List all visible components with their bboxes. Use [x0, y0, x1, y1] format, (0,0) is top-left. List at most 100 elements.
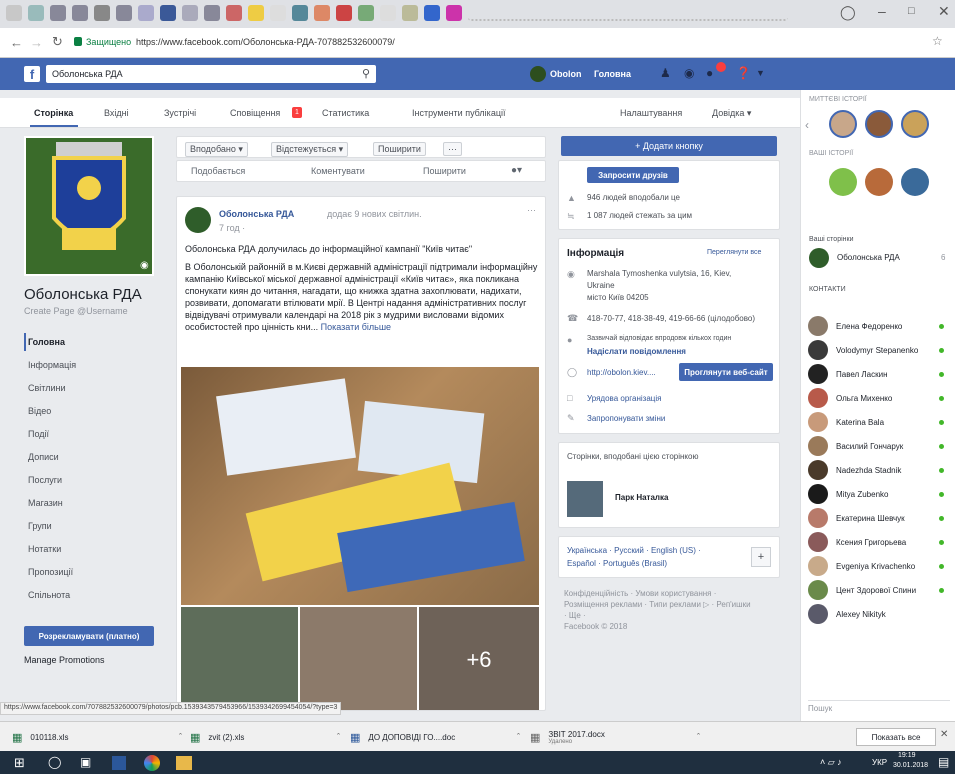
- tab-icon[interactable]: [358, 5, 374, 21]
- profile-avatar-icon[interactable]: [530, 66, 546, 82]
- friends-icon[interactable]: ♟: [660, 66, 671, 80]
- settings-link[interactable]: Налаштування: [620, 108, 682, 118]
- contact-row[interactable]: Evgeniya Krivachenko: [808, 554, 950, 578]
- story-avatar[interactable]: [865, 110, 893, 138]
- nav-home[interactable]: Головна: [28, 337, 65, 347]
- account-menu-icon[interactable]: ▼: [756, 68, 765, 78]
- forward-icon[interactable]: →: [30, 35, 43, 50]
- tab-notifications[interactable]: Сповіщення: [230, 108, 280, 118]
- contact-row[interactable]: Alexey Nikityk: [808, 602, 950, 626]
- download-menu-icon[interactable]: ˆ: [179, 732, 182, 742]
- story-avatar[interactable]: [829, 110, 857, 138]
- download-item[interactable]: ▦ 010118.xls ˆ: [12, 728, 182, 746]
- more-photos-overlay[interactable]: +6: [419, 607, 539, 710]
- profile-link[interactable]: Obolon: [550, 69, 582, 79]
- nav-events[interactable]: Події: [28, 429, 49, 439]
- notifications-icon[interactable]: ●: [706, 66, 713, 80]
- post-thumb-photo[interactable]: [181, 607, 298, 710]
- camera-icon[interactable]: ◉: [140, 260, 149, 271]
- tab-icon[interactable]: [204, 5, 220, 21]
- more-button[interactable]: ···: [443, 142, 462, 156]
- minimize-icon[interactable]: –: [878, 3, 886, 19]
- invite-friends-button[interactable]: Запросити друзів: [587, 167, 679, 183]
- help-menu[interactable]: Довідка ▾: [712, 108, 751, 119]
- tab-icon[interactable]: [6, 5, 22, 21]
- word-app-icon[interactable]: [112, 756, 126, 770]
- contact-row[interactable]: Цент Здорової Спини: [808, 578, 950, 602]
- messages-icon[interactable]: ◉: [684, 66, 694, 80]
- page-chat-name[interactable]: Оболонська РДА: [837, 253, 900, 262]
- tab-icon[interactable]: [50, 5, 66, 21]
- tab-icon[interactable]: [138, 5, 154, 21]
- liked-page-thumbnail[interactable]: [567, 481, 603, 517]
- tab-icon[interactable]: [336, 5, 352, 21]
- nav-posts[interactable]: Дописи: [28, 452, 59, 462]
- facebook-logo-icon[interactable]: f: [24, 66, 40, 82]
- file-explorer-icon[interactable]: [176, 756, 192, 770]
- tab-publishing-tools[interactable]: Інструменти публікації: [412, 108, 505, 118]
- post-author[interactable]: Оболонська РДА: [219, 209, 294, 219]
- post-author-avatar[interactable]: [185, 207, 211, 233]
- contact-row[interactable]: Екатерина Шевчук: [808, 506, 950, 530]
- view-all-link[interactable]: Переглянути все: [707, 249, 761, 256]
- download-item[interactable]: ▦ ЗВІТ 2017.docx Удалено ˆ: [530, 724, 700, 750]
- website-link[interactable]: http://obolon.kiev....: [587, 368, 656, 377]
- suggest-edits-link[interactable]: Запропонувати зміни: [587, 414, 665, 423]
- task-view-icon[interactable]: ▣: [80, 755, 91, 769]
- nav-offers[interactable]: Пропозиції: [28, 567, 73, 577]
- nav-shop[interactable]: Магазин: [28, 498, 63, 508]
- home-link[interactable]: Головна: [594, 69, 631, 79]
- search-input[interactable]: Оболонська РДА: [46, 65, 376, 83]
- nav-photos[interactable]: Світлини: [28, 383, 65, 393]
- languages-line-1[interactable]: Українська · Русский · English (US) ·: [567, 546, 701, 555]
- tab-page[interactable]: Сторінка: [34, 108, 73, 118]
- comment-button[interactable]: Коментувати: [311, 166, 365, 176]
- liked-page-name[interactable]: Парк Наталка: [615, 493, 668, 502]
- post-options-icon[interactable]: ···: [527, 205, 536, 215]
- contact-row[interactable]: Елена Федоренко: [808, 314, 950, 338]
- promote-button[interactable]: Розрекламувати (платно): [24, 626, 154, 646]
- contact-row[interactable]: Volodymyr Stepanenko: [808, 338, 950, 362]
- like-button[interactable]: Подобається: [191, 166, 245, 176]
- share-button[interactable]: Поширити: [373, 142, 426, 156]
- footer-line-2[interactable]: Розміщення реклами · Типи реклами ▷ · Ре…: [564, 599, 778, 610]
- contact-row[interactable]: Katerina Bala: [808, 410, 950, 434]
- nav-community[interactable]: Спільнота: [28, 590, 70, 600]
- download-item[interactable]: ▦ ДО ДОПОВІДІ ГО....doc ˆ: [350, 728, 520, 746]
- back-icon[interactable]: ←: [10, 35, 23, 50]
- help-icon[interactable]: ❓: [736, 66, 751, 80]
- post-thumb-photo[interactable]: [300, 607, 417, 710]
- keyboard-language[interactable]: УКР: [872, 758, 887, 767]
- search-icon[interactable]: ◯: [48, 755, 61, 769]
- contact-row[interactable]: Василий Гончарук: [808, 434, 950, 458]
- your-story-avatar[interactable]: [829, 168, 857, 196]
- close-downloads-icon[interactable]: ✕: [940, 729, 948, 740]
- contact-row[interactable]: Павел Ласкин: [808, 362, 950, 386]
- nav-groups[interactable]: Групи: [28, 521, 52, 531]
- tab-icon[interactable]: [380, 5, 396, 21]
- maximize-icon[interactable]: □: [908, 5, 915, 17]
- contact-row[interactable]: Ольга Михенко: [808, 386, 950, 410]
- download-menu-icon[interactable]: ˆ: [517, 732, 520, 742]
- manage-promotions-link[interactable]: Manage Promotions: [24, 655, 105, 665]
- tab-icon[interactable]: [292, 5, 308, 21]
- visit-website-button[interactable]: Проглянути веб-сайт: [679, 363, 773, 381]
- nav-info[interactable]: Інформація: [28, 360, 76, 370]
- download-item[interactable]: ▦ zvit (2).xls ˆ: [190, 728, 340, 746]
- contact-row[interactable]: Ксения Григорьева: [808, 530, 950, 554]
- tab-icon-facebook[interactable]: [160, 5, 176, 21]
- download-menu-icon[interactable]: ˆ: [337, 732, 340, 742]
- share-post-button[interactable]: Поширити: [423, 166, 466, 176]
- add-language-button[interactable]: +: [751, 547, 771, 567]
- show-all-downloads-button[interactable]: Показать все: [856, 728, 936, 746]
- footer-line-1[interactable]: Конфіденційність · Умови користування ·: [564, 588, 778, 599]
- contact-row[interactable]: Nadezhda Stadnik: [808, 458, 950, 482]
- tab-icon[interactable]: [28, 5, 44, 21]
- stories-prev-icon[interactable]: ‹: [805, 118, 809, 132]
- tab-icon[interactable]: [226, 5, 242, 21]
- tab-icon[interactable]: [270, 5, 286, 21]
- nav-video[interactable]: Відео: [28, 406, 51, 416]
- send-message-link[interactable]: Надіслати повідомлення: [587, 347, 686, 356]
- tab-icon[interactable]: [94, 5, 110, 21]
- profile-icon[interactable]: ◯: [840, 4, 856, 21]
